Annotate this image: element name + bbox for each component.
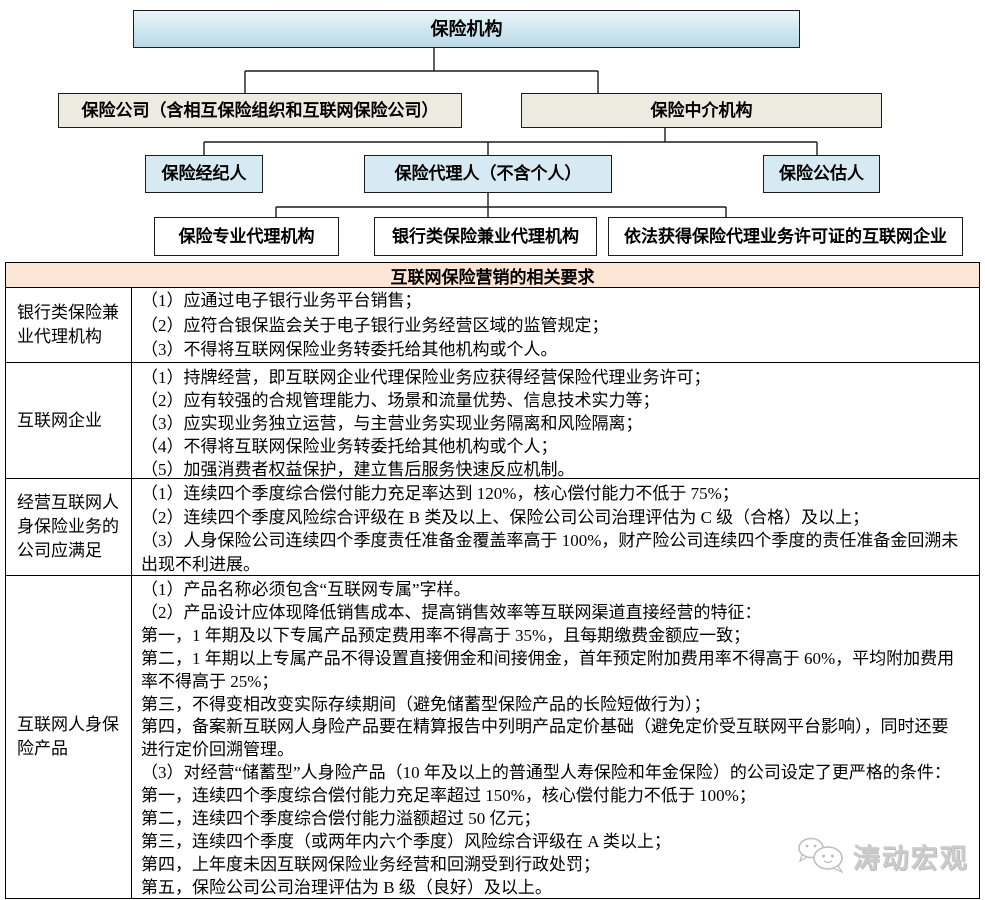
requirement-line: （1）应通过电子银行业务平台销售；: [141, 289, 975, 314]
org-box-insurance-agents: 保险代理人（不含个人）: [364, 155, 612, 193]
requirement-line: 第二，连续四个季度综合偿付能力溢额超过 50 亿元；: [141, 808, 975, 831]
requirement-line: 第三，不得变相改变实际存续期间（避免储蓄型保险产品的长险短做行为）；: [141, 694, 975, 717]
table-row: 互联网企业 （1）持牌经营，即互联网企业代理保险业务应获得经营保险代理业务许可；…: [6, 363, 979, 479]
org-box-insurance-intermediaries: 保险中介机构: [521, 93, 882, 128]
requirement-line: （4）不得将互联网保险业务转委托给其他机构或个人；: [141, 435, 975, 458]
row-label: 互联网人身保险产品: [6, 576, 132, 898]
org-box-insurance-companies: 保险公司（含相互保险组织和互联网保险公司）: [58, 93, 462, 128]
requirement-line: （1）产品名称必须包含“互联网专属”字样。: [141, 579, 975, 602]
table-row: 银行类保险兼业代理机构 （1）应通过电子银行业务平台销售；（2）应符合银保监会关…: [6, 288, 979, 363]
table-row: 经营互联网人身保险业务的公司应满足 （1）连续四个季度综合偿付能力充足率达到 1…: [6, 479, 979, 576]
org-box-professional-agencies: 保险专业代理机构: [154, 217, 339, 256]
row-label: 银行类保险兼业代理机构: [6, 288, 132, 362]
requirement-line: （3）不得将互联网保险业务转委托给其他机构或个人。: [141, 338, 975, 362]
org-box-licensed-internet-enterprises: 依法获得保险代理业务许可证的互联网企业: [608, 217, 963, 256]
requirement-line: 第四，备案新互联网人身险产品要在精算报告中列明产品定价基础（避免定价受互联网平台…: [141, 716, 975, 739]
org-box-bank-agencies: 银行类保险兼业代理机构: [374, 217, 597, 256]
requirements-table: 互联网保险营销的相关要求 银行类保险兼业代理机构 （1）应通过电子银行业务平台销…: [5, 262, 980, 899]
row-content: （1）持牌经营，即互联网企业代理保险业务应获得经营保险代理业务许可；（2）应有较…: [132, 363, 979, 478]
row-content: （1）应通过电子银行业务平台销售；（2）应符合银保监会关于电子银行业务经营区域的…: [132, 288, 979, 362]
row-label: 互联网企业: [6, 363, 132, 478]
watermark: 涛动宏观: [795, 836, 969, 876]
chat-bubbles-icon: [795, 836, 847, 876]
row-content: （1）连续四个季度综合偿付能力充足率达到 120%，核心偿付能力不低于 75%；…: [132, 479, 979, 575]
org-box-insurance-institutions: 保险机构: [133, 10, 800, 48]
requirement-line: （3）人身保险公司连续四个季度责任准备金覆盖率高于 100%，财产险公司连续四个…: [141, 529, 975, 553]
insurance-org-chart: 保险机构 保险公司（含相互保险组织和互联网保险公司） 保险中介机构 保险经纪人 …: [0, 0, 985, 262]
requirement-line: （3）对经营“储蓄型”人身险产品（10 年及以上的普通型人寿保险和年金保险）的公…: [141, 762, 975, 785]
requirement-line: 第一，连续四个季度综合偿付能力充足率超过 150%，核心偿付能力不低于 100%…: [141, 785, 975, 808]
row-label: 经营互联网人身保险业务的公司应满足: [6, 479, 132, 575]
org-box-insurance-brokers: 保险经纪人: [145, 155, 263, 193]
requirement-line: （2）产品设计应体现降低销售成本、提高销售效率等互联网渠道直接经营的特征：: [141, 602, 975, 625]
org-box-insurance-adjusters: 保险公估人: [763, 155, 880, 193]
requirement-line: 第一，1 年期及以下专属产品预定费用率不得高于 35%，且每期缴费金额应一致；: [141, 625, 975, 648]
requirement-line: （2）连续四个季度风险综合评级在 B 类及以上、保险公司公司治理评估为 C 级（…: [141, 506, 975, 530]
page: 保险机构 保险公司（含相互保险组织和互联网保险公司） 保险中介机构 保险经纪人 …: [0, 0, 985, 900]
requirement-line: 第二，1 年期以上专属产品不得设置直接佣金和间接佣金，首年预定附加费用率不得高于…: [141, 648, 975, 671]
requirement-line: （2）应符合银保监会关于电子银行业务经营区域的监管规定；: [141, 314, 975, 339]
requirements-table-title: 互联网保险营销的相关要求: [6, 263, 979, 288]
requirement-line: （3）应实现业务独立运营，与主营业务实现业务隔离和风险隔离；: [141, 412, 975, 435]
requirement-line: （5）加强消费者权益保护，建立售后服务快速反应机制。: [141, 458, 975, 478]
requirement-line: 第五，保险公司公司治理评估为 B 级（良好）及以上。: [141, 877, 975, 898]
requirement-line: （2）应有较强的合规管理能力、场景和流量优势、信息技术实力等；: [141, 389, 975, 412]
requirement-line: （1）持牌经营，即互联网企业代理保险业务应获得经营保险代理业务许可；: [141, 366, 975, 389]
requirements-table-body: 银行类保险兼业代理机构 （1）应通过电子银行业务平台销售；（2）应符合银保监会关…: [6, 288, 979, 898]
requirement-line: （1）连续四个季度综合偿付能力充足率达到 120%，核心偿付能力不低于 75%；: [141, 482, 975, 506]
requirement-line: 进行定价回溯管理。: [141, 739, 975, 762]
requirement-line: 率不得高于 25%；: [141, 671, 975, 694]
watermark-text: 涛动宏观: [853, 837, 969, 876]
requirement-line: 出现不利进展。: [141, 553, 975, 576]
